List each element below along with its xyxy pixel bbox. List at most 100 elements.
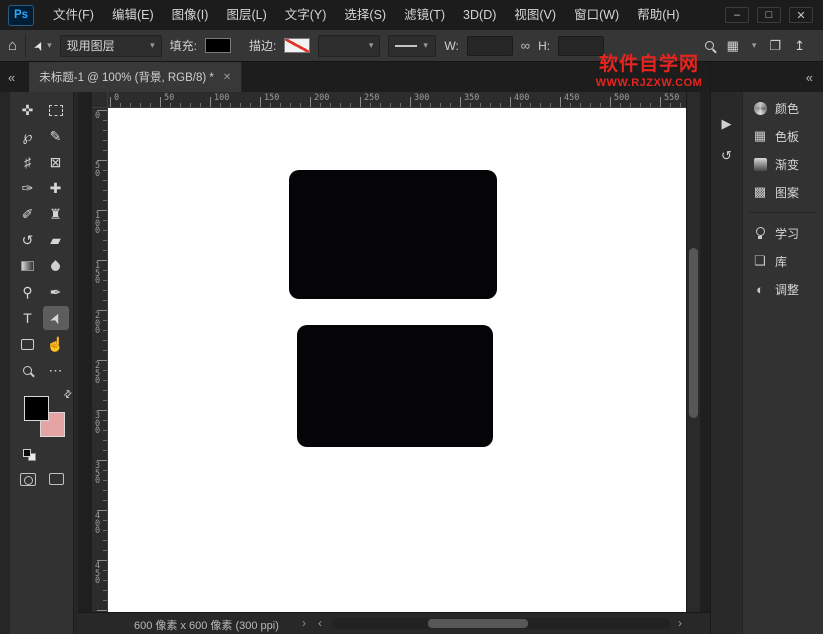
foreground-color-swatch[interactable] [24, 396, 49, 421]
type-tool[interactable]: T [15, 306, 41, 330]
stroke-style-dropdown[interactable]: ▾ [388, 35, 436, 57]
gradient-tool[interactable] [15, 254, 41, 278]
menu-3d[interactable]: 3D(D) [454, 0, 505, 30]
share-icon[interactable]: ↥ [794, 38, 805, 54]
panel-group-2: 学习 ❏库◐调整 [743, 219, 823, 303]
close-button[interactable]: ✕ [789, 7, 813, 23]
color-swatches: ⇄ [24, 393, 70, 441]
status-chevron-icon[interactable]: › [302, 616, 306, 630]
menu-file[interactable]: 文件(F) [44, 0, 103, 30]
panel-learn[interactable]: 学习 [743, 219, 823, 247]
menu-filter[interactable]: 滤镜(T) [395, 0, 454, 30]
vertical-scrollbar[interactable] [686, 92, 700, 612]
eyedropper-tool[interactable]: ✑ [15, 176, 41, 200]
edit-toolbar-button[interactable]: ⋯ [43, 358, 69, 382]
menu-select[interactable]: 选择(S) [335, 0, 395, 30]
healing-brush-tool[interactable]: ✚ [43, 176, 69, 200]
panel-colors[interactable]: 颜色 [743, 94, 823, 122]
swap-colors-icon[interactable]: ⇄ [61, 388, 75, 402]
ruler-vertical[interactable]: 05 01 0 01 5 02 0 02 5 03 0 03 5 04 0 04… [92, 108, 108, 612]
rectangular-marquee-tool[interactable] [43, 98, 69, 122]
active-tool-button[interactable]: ➤ ▾ [34, 39, 52, 53]
panel-libraries[interactable]: ❏库 [743, 247, 823, 275]
collapse-tools-icon[interactable]: « [8, 70, 15, 85]
panel-swatches[interactable]: ▦色板 [743, 122, 823, 150]
chevron-down-icon: ▾ [423, 40, 428, 51]
canvas-document[interactable] [108, 108, 686, 612]
dodge-tool[interactable]: ⚲ [15, 280, 41, 304]
black-rounded-rectangle-2[interactable] [297, 325, 493, 447]
stroke-color-swatch[interactable] [284, 38, 310, 53]
eraser-tool-icon: ▰ [50, 232, 61, 249]
right-panel-column: « ▶ ↺ 颜色 ▦色板渐变▩图案 学习 ❏库◐调整 [710, 62, 823, 634]
eraser-tool[interactable]: ▰ [43, 228, 69, 252]
photoshop-logo-icon[interactable]: Ps [8, 5, 34, 26]
history-brush-tool[interactable]: ↺ [15, 228, 41, 252]
pen-tool[interactable]: ✒ [43, 280, 69, 304]
fill-color-swatch[interactable] [205, 38, 231, 53]
chevron-down-icon: ▾ [47, 40, 52, 51]
horizontal-scrollbar[interactable] [332, 618, 670, 629]
play-actions-icon[interactable]: ▶ [722, 116, 732, 132]
collapse-panels-icon[interactable]: « [806, 70, 813, 85]
menu-edit[interactable]: 编辑(E) [103, 0, 163, 30]
panel-buttons: 颜色 ▦色板渐变▩图案 学习 ❏库◐调整 [743, 92, 823, 634]
scroll-right-icon[interactable]: › [678, 616, 682, 630]
crop-tool[interactable]: ♯ [15, 150, 41, 174]
width-input[interactable] [467, 36, 513, 56]
layer-mode-value: 现用图层 [67, 37, 144, 54]
panel-learn-label: 学习 [775, 225, 799, 242]
chevron-down-icon[interactable]: ▾ [752, 40, 757, 51]
horizontal-scrollbar-thumb[interactable] [428, 619, 528, 628]
hand-tool[interactable]: ☝ [43, 332, 69, 356]
height-input[interactable] [558, 36, 604, 56]
panel-colors-label: 颜色 [775, 100, 799, 117]
canvas-region: 050100150200250300350400450500550 05 01 … [78, 92, 710, 612]
clone-stamp-tool[interactable]: ♜ [43, 202, 69, 226]
menu-view[interactable]: 视图(V) [505, 0, 565, 30]
quick-selection-tool[interactable]: ✎ [43, 124, 69, 148]
stroke-width-dropdown[interactable]: ▾ [318, 35, 380, 57]
menu-items: 文件(F)编辑(E)图像(I)图层(L)文字(Y)选择(S)滤镜(T)3D(D)… [44, 0, 689, 30]
path-selection-tool[interactable]: ➤ [43, 306, 69, 330]
document-tab[interactable]: 未标题-1 @ 100% (背景, RGB/8) * ✕ [29, 62, 242, 92]
link-dimensions-icon[interactable]: ∞ [521, 38, 530, 53]
minimize-button[interactable]: – [725, 7, 749, 23]
home-icon[interactable]: ⌂ [8, 37, 17, 54]
panel-gradients[interactable]: 渐变 [743, 150, 823, 178]
default-colors-icon[interactable] [23, 449, 39, 463]
black-rounded-rectangle-1[interactable] [289, 170, 497, 299]
menu-window[interactable]: 窗口(W) [565, 0, 628, 30]
divider [25, 35, 26, 57]
quick-mask-icon[interactable] [20, 473, 36, 486]
move-tool[interactable]: ✜ [15, 98, 41, 122]
lasso-tool[interactable]: ℘ [15, 124, 41, 148]
tab-close-icon[interactable]: ✕ [223, 72, 231, 83]
stroke-label: 描边: [249, 37, 276, 54]
menu-image[interactable]: 图像(I) [163, 0, 218, 30]
menu-layer[interactable]: 图层(L) [217, 0, 275, 30]
maximize-button[interactable]: □ [757, 7, 781, 23]
vertical-scrollbar-thumb[interactable] [689, 248, 698, 418]
gradient-icon [752, 158, 768, 171]
history-icon[interactable]: ↺ [721, 148, 732, 164]
ruler-origin-box[interactable] [92, 92, 108, 108]
zoom-tool[interactable] [15, 358, 41, 382]
menu-help[interactable]: 帮助(H) [628, 0, 688, 30]
frame-tool[interactable]: ⊠ [43, 150, 69, 174]
search-icon[interactable] [705, 41, 714, 50]
menu-type[interactable]: 文字(Y) [276, 0, 336, 30]
screen-mode-icon[interactable] [49, 473, 64, 485]
workspace-icon[interactable]: ▦ [727, 38, 739, 54]
scroll-left-icon[interactable]: ‹ [318, 616, 322, 630]
panel-patterns[interactable]: ▩图案 [743, 178, 823, 206]
watermark-url: WWW.RJZXW.COM [591, 77, 707, 89]
layer-mode-dropdown[interactable]: 现用图层 ▾ [60, 35, 162, 57]
ruler-horizontal[interactable]: 050100150200250300350400450500550 [108, 92, 686, 108]
blur-tool[interactable] [43, 254, 69, 278]
brush-tool[interactable]: ✐ [15, 202, 41, 226]
rectangle-tool[interactable] [15, 332, 41, 356]
arrange-documents-icon[interactable]: ❐ [769, 38, 781, 54]
panel-adjustments[interactable]: ◐调整 [743, 275, 823, 303]
photoshop-window: Ps 文件(F)编辑(E)图像(I)图层(L)文字(Y)选择(S)滤镜(T)3D… [0, 0, 823, 634]
